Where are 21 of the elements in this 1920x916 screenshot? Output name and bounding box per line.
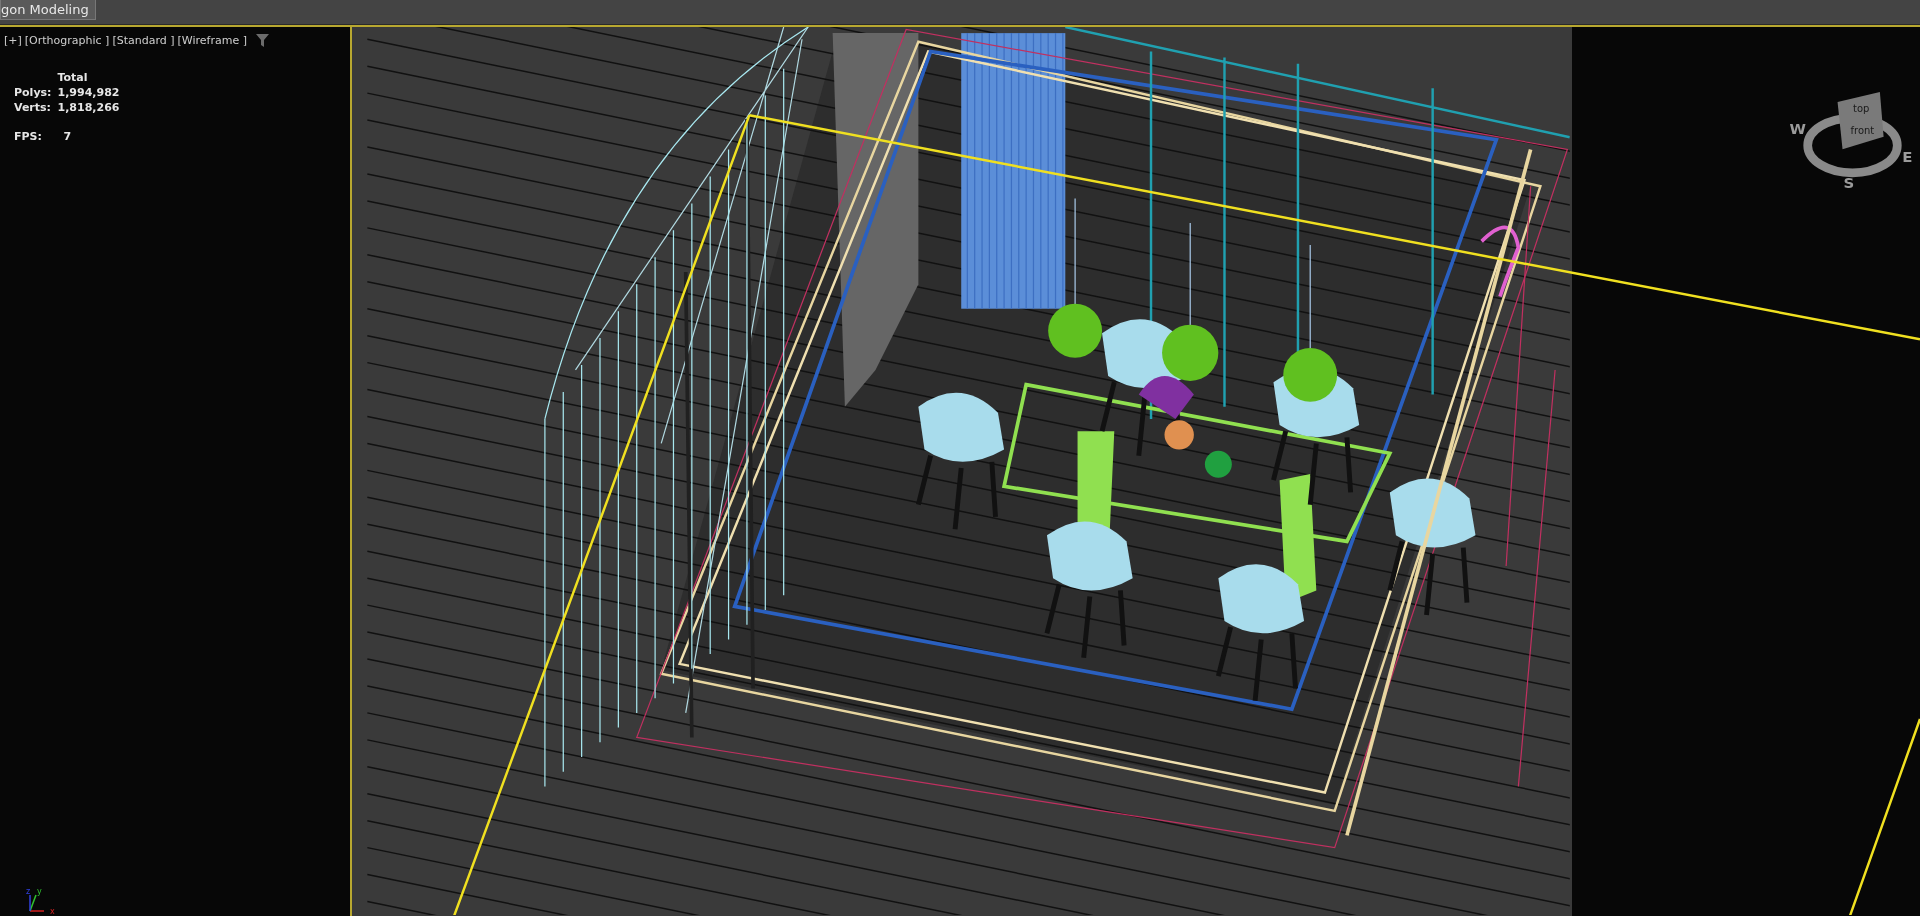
viewport-menu[interactable]: [Standard ] — [112, 34, 175, 47]
viewport-menu[interactable]: [Orthographic ] — [24, 34, 110, 47]
fps-value: 7 — [62, 130, 73, 143]
fps-label: FPS: — [14, 130, 43, 143]
filter-icon[interactable] — [255, 34, 269, 47]
stat-label: Verts: — [14, 101, 52, 114]
stats-heading: Total — [57, 71, 89, 84]
ribbon-tab[interactable]: gon Modeling — [0, 0, 96, 20]
compass-label: W — [1790, 120, 1806, 139]
axis-label: x — [50, 907, 55, 915]
viewport-menu[interactable]: [Wireframe ] — [177, 34, 247, 47]
axis-tripod-icon — [29, 894, 45, 912]
stat-value: 1,818,266 — [57, 101, 120, 114]
compass-label: E — [1902, 147, 1913, 166]
axis-label: y — [37, 887, 42, 896]
axis-label: z — [26, 887, 31, 896]
viewport-menu[interactable]: [+] — [4, 34, 22, 47]
viewcube-icon[interactable]: top front — [1837, 91, 1884, 150]
stat-label: Polys: — [14, 86, 52, 99]
stat-value: 1,994,982 — [57, 86, 120, 99]
compass-label: S — [1843, 173, 1855, 189]
